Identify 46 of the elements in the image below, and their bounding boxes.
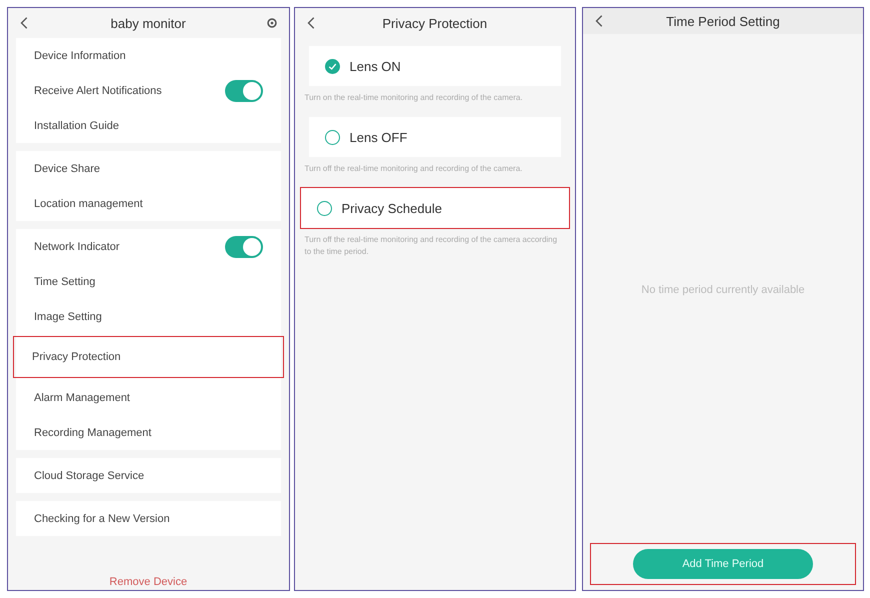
settings-icon[interactable]	[264, 16, 278, 30]
item-label: Image Setting	[34, 310, 102, 322]
option-card[interactable]: Lens ON	[308, 46, 561, 86]
item-label: Time Setting	[34, 276, 96, 288]
item-label: Device Information	[34, 50, 126, 62]
remove-device-link[interactable]: Remove Device	[8, 576, 288, 590]
settings-item[interactable]: Location management	[16, 186, 280, 221]
radio-button[interactable]	[324, 58, 340, 74]
option-description: Turn on the real-time monitoring and recording of the camera.	[304, 92, 524, 104]
option-description: Turn off the real-time monitoring and recording of the camera according to the time period.	[304, 234, 558, 258]
settings-item[interactable]: Recording Management	[16, 415, 280, 450]
item-label: Recording Management	[34, 426, 152, 438]
screen-title: Privacy Protection	[381, 16, 488, 30]
item-label: Checking for a New Version	[34, 512, 170, 524]
settings-item[interactable]: Network Indicator	[16, 229, 280, 264]
item-label: Receive Alert Notifications	[34, 84, 162, 96]
radio-button[interactable]	[324, 130, 340, 145]
item-label: Installation Guide	[34, 120, 119, 132]
option-description: Turn off the real-time monitoring and recording of the camera.	[304, 163, 524, 176]
item-label: Network Indicator	[34, 240, 120, 252]
settings-item[interactable]: Privacy Protection	[14, 337, 282, 377]
toggle-switch[interactable]	[224, 80, 262, 102]
settings-item[interactable]: Checking for a New Version	[16, 501, 280, 536]
screen-title: Time Period Setting	[665, 14, 781, 28]
settings-item[interactable]: Alarm Management	[16, 380, 280, 415]
option-card[interactable]: Lens OFF	[308, 117, 561, 158]
option-card[interactable]: Privacy Schedule	[300, 188, 569, 228]
option-label: Privacy Schedule	[342, 200, 442, 216]
toggle-switch[interactable]	[224, 236, 262, 258]
item-label: Cloud Storage Service	[34, 470, 144, 482]
item-label: Privacy Protection	[32, 351, 121, 363]
settings-item[interactable]: Installation Guide	[16, 108, 280, 143]
screen-title: baby monitor	[110, 16, 187, 30]
settings-item[interactable]: Device Share	[16, 151, 280, 186]
settings-item[interactable]: Cloud Storage Service	[16, 458, 280, 493]
settings-item[interactable]: Image Setting	[16, 299, 280, 334]
item-label: Device Share	[34, 162, 100, 174]
empty-message: No time period currently available	[640, 284, 806, 296]
settings-item[interactable]: Time Setting	[16, 264, 280, 299]
settings-item[interactable]: Receive Alert Notifications	[16, 73, 280, 108]
radio-button[interactable]	[316, 200, 332, 216]
settings-item[interactable]: Device Information	[16, 38, 280, 73]
option-label: Lens ON	[350, 58, 401, 74]
item-label: Location management	[34, 198, 143, 210]
option-label: Lens OFF	[350, 130, 408, 145]
item-label: Alarm Management	[34, 392, 130, 404]
